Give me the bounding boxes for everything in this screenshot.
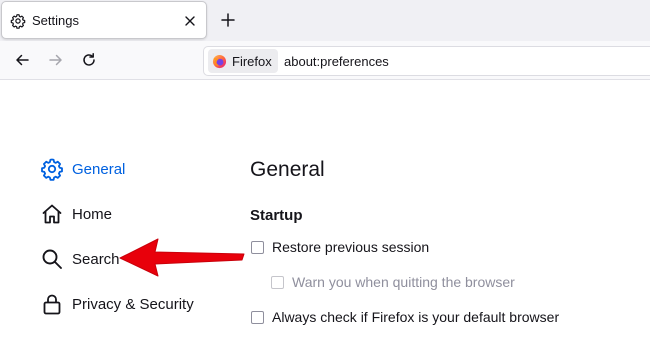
restore-session-checkbox[interactable] <box>251 240 264 254</box>
gear-icon <box>10 14 26 29</box>
navigation-toolbar: Firefox about:preferences <box>0 41 650 80</box>
sidebar-item-label: Search <box>72 250 120 268</box>
identity-label: Firefox <box>232 53 272 69</box>
url-bar[interactable]: Firefox about:preferences <box>203 46 650 76</box>
home-icon <box>42 204 62 224</box>
sidebar-item-privacy-security[interactable]: Privacy & Security <box>40 290 194 318</box>
identity-box[interactable]: Firefox <box>208 49 278 73</box>
sidebar-item-label: Privacy & Security <box>72 295 194 313</box>
sidebar-item-search[interactable]: Search <box>40 245 120 273</box>
forward-arrow-icon[interactable] <box>48 52 64 68</box>
restore-session-option[interactable]: Restore previous session <box>251 239 429 255</box>
lock-icon <box>43 294 61 315</box>
plus-icon[interactable] <box>220 12 236 28</box>
warn-on-quit-option: Warn you when quitting the browser <box>271 274 515 290</box>
back-arrow-icon[interactable] <box>14 52 30 68</box>
warn-on-quit-label: Warn you when quitting the browser <box>292 274 515 290</box>
close-icon[interactable] <box>183 14 197 28</box>
tab-strip: Settings <box>0 0 650 41</box>
page-title: General <box>250 158 325 181</box>
startup-heading: Startup <box>250 207 303 224</box>
url-text: about:preferences <box>284 54 389 69</box>
search-icon <box>42 249 62 269</box>
warn-on-quit-checkbox <box>271 275 284 289</box>
gear-icon <box>41 158 63 181</box>
default-browser-checkbox[interactable] <box>251 310 264 324</box>
sidebar-item-label: General <box>72 160 126 178</box>
sidebar-item-label: Home <box>72 205 113 223</box>
sidebar-item-general[interactable]: General <box>40 155 125 183</box>
reload-icon[interactable] <box>81 52 97 68</box>
tab-title: Settings <box>32 13 79 28</box>
firefox-logo-icon <box>212 54 227 68</box>
default-browser-label: Always check if Firefox is your default … <box>272 309 560 325</box>
default-browser-check-option[interactable]: Always check if Firefox is your default … <box>251 309 559 325</box>
annotation-arrow-icon <box>119 238 245 277</box>
sidebar-item-home[interactable]: Home <box>40 200 112 228</box>
tab-settings[interactable]: Settings <box>1 1 207 39</box>
restore-session-label: Restore previous session <box>272 239 430 255</box>
